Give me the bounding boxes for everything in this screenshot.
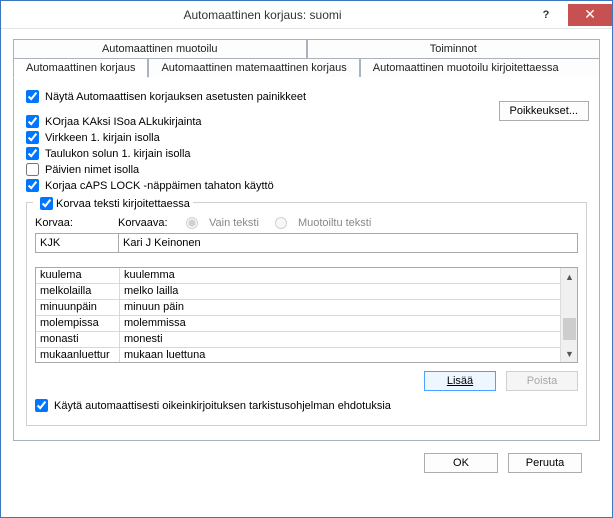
check-sentence-cap[interactable]: Virkkeen 1. kirjain isolla [26, 131, 587, 144]
delete-button: Poista [506, 371, 578, 391]
add-button-label: Lisää [447, 375, 473, 387]
entry-value: monesti [120, 332, 560, 347]
entry-key: molempissa [36, 316, 120, 331]
entry-key: monasti [36, 332, 120, 347]
radio-formatted-text-label: Muotoiltu teksti [298, 217, 371, 229]
replace-group: Korvaa teksti kirjoitettaessa Korvaa: Ko… [26, 202, 587, 426]
with-label: Korvaava: [118, 217, 170, 229]
check-caps-lock[interactable]: Korjaa cAPS LOCK -näppäimen tahaton käyt… [26, 179, 587, 192]
table-row[interactable]: molempissa molemmissa [36, 316, 560, 332]
entry-key: melkolailla [36, 284, 120, 299]
check-show-buttons-label: Näytä Automaattisen korjauksen asetusten… [45, 91, 306, 103]
check-two-initial-caps-label: KOrjaa KAksi ISoa ALkukirjainta [45, 116, 202, 128]
entry-value: molemmissa [120, 316, 560, 331]
check-table-cell-cap-box[interactable] [26, 147, 39, 160]
check-two-initial-caps-box[interactable] [26, 115, 39, 128]
help-button[interactable]: ? [524, 4, 568, 26]
table-row[interactable]: mukaanluettur mukaan luettuna [36, 348, 560, 362]
ok-button[interactable]: OK [424, 453, 498, 473]
check-suggest-box[interactable] [35, 399, 48, 412]
entry-key: minuunpäin [36, 300, 120, 315]
tab-math-autocorrect[interactable]: Automaattinen matemaattinen korjaus [148, 58, 359, 78]
check-caps-lock-box[interactable] [26, 179, 39, 192]
check-table-cell-cap-label: Taulukon solun 1. kirjain isolla [45, 148, 191, 160]
check-caps-lock-label: Korjaa cAPS LOCK -näppäimen tahaton käyt… [45, 180, 274, 192]
replace-labels-row: Korvaa: Korvaava: Vain teksti Muotoiltu … [35, 217, 578, 229]
entries-scrollbar[interactable]: ▲ ▼ [560, 268, 577, 362]
tab-autoformat[interactable]: Automaattinen muotoilu [13, 39, 307, 59]
entry-value: kuulemma [120, 268, 560, 283]
table-row[interactable]: minuunpäin minuun päin [36, 300, 560, 316]
scroll-up-icon[interactable]: ▲ [561, 268, 578, 285]
check-table-cell-cap[interactable]: Taulukon solun 1. kirjain isolla [26, 147, 587, 160]
window-title: Automaattinen korjaus: suomi [1, 8, 524, 22]
radio-plain-text [186, 217, 198, 229]
scroll-thumb[interactable] [563, 318, 576, 340]
tabstrip: Automaattinen muotoilu Toiminnot Automaa… [13, 39, 600, 441]
replace-label: Korvaa: [35, 217, 110, 229]
check-suggest-label: Käytä automaattisesti oikeinkirjoituksen… [54, 400, 391, 412]
cancel-button[interactable]: Peruuta [508, 453, 582, 473]
check-day-names[interactable]: Päivien nimet isolla [26, 163, 587, 176]
table-buttons: Lisää Poista [35, 371, 578, 391]
add-button[interactable]: Lisää [424, 371, 496, 391]
entry-value: minuun päin [120, 300, 560, 315]
check-sentence-cap-box[interactable] [26, 131, 39, 144]
entries-body: kuulema kuulemma melkolailla melko laill… [36, 268, 560, 362]
check-show-buttons-box[interactable] [26, 90, 39, 103]
entry-key: kuulema [36, 268, 120, 283]
autocorrect-panel: Näytä Automaattisen korjauksen asetusten… [13, 77, 600, 441]
table-row[interactable]: monasti monesti [36, 332, 560, 348]
entry-value: mukaan luettuna [120, 348, 560, 362]
scroll-down-icon[interactable]: ▼ [561, 345, 578, 362]
tab-autoformat-typing[interactable]: Automaattinen muotoilu kirjoitettaessa [360, 58, 600, 78]
entries-table[interactable]: kuulema kuulemma melkolailla melko laill… [35, 267, 578, 363]
dialog-window: Automaattinen korjaus: suomi ? ✕ Automaa… [0, 0, 613, 518]
exceptions-button[interactable]: Poikkeukset... [499, 101, 589, 121]
close-button[interactable]: ✕ [568, 4, 612, 26]
with-input[interactable] [118, 233, 578, 253]
radio-formatted-text [275, 217, 287, 229]
table-row[interactable]: melkolailla melko lailla [36, 284, 560, 300]
radio-plain-text-label: Vain teksti [209, 217, 259, 229]
check-replace-text-box[interactable] [40, 197, 53, 210]
content-area: Automaattinen muotoilu Toiminnot Automaa… [1, 29, 612, 473]
dialog-footer: OK Peruuta [13, 441, 600, 473]
check-day-names-box[interactable] [26, 163, 39, 176]
check-replace-text-label: Korvaa teksti kirjoitettaessa [56, 198, 190, 210]
check-suggest[interactable]: Käytä automaattisesti oikeinkirjoituksen… [35, 399, 578, 412]
replace-input[interactable] [35, 233, 119, 253]
entry-key: mukaanluettur [36, 348, 120, 362]
check-replace-text[interactable]: Korvaa teksti kirjoitettaessa [33, 194, 193, 213]
tab-actions[interactable]: Toiminnot [307, 39, 601, 59]
entry-value: melko lailla [120, 284, 560, 299]
check-day-names-label: Päivien nimet isolla [45, 164, 139, 176]
tab-autocorrect[interactable]: Automaattinen korjaus [13, 58, 148, 78]
check-sentence-cap-label: Virkkeen 1. kirjain isolla [45, 132, 160, 144]
titlebar: Automaattinen korjaus: suomi ? ✕ [1, 1, 612, 29]
table-row[interactable]: kuulema kuulemma [36, 268, 560, 284]
inputs-row [35, 233, 578, 253]
